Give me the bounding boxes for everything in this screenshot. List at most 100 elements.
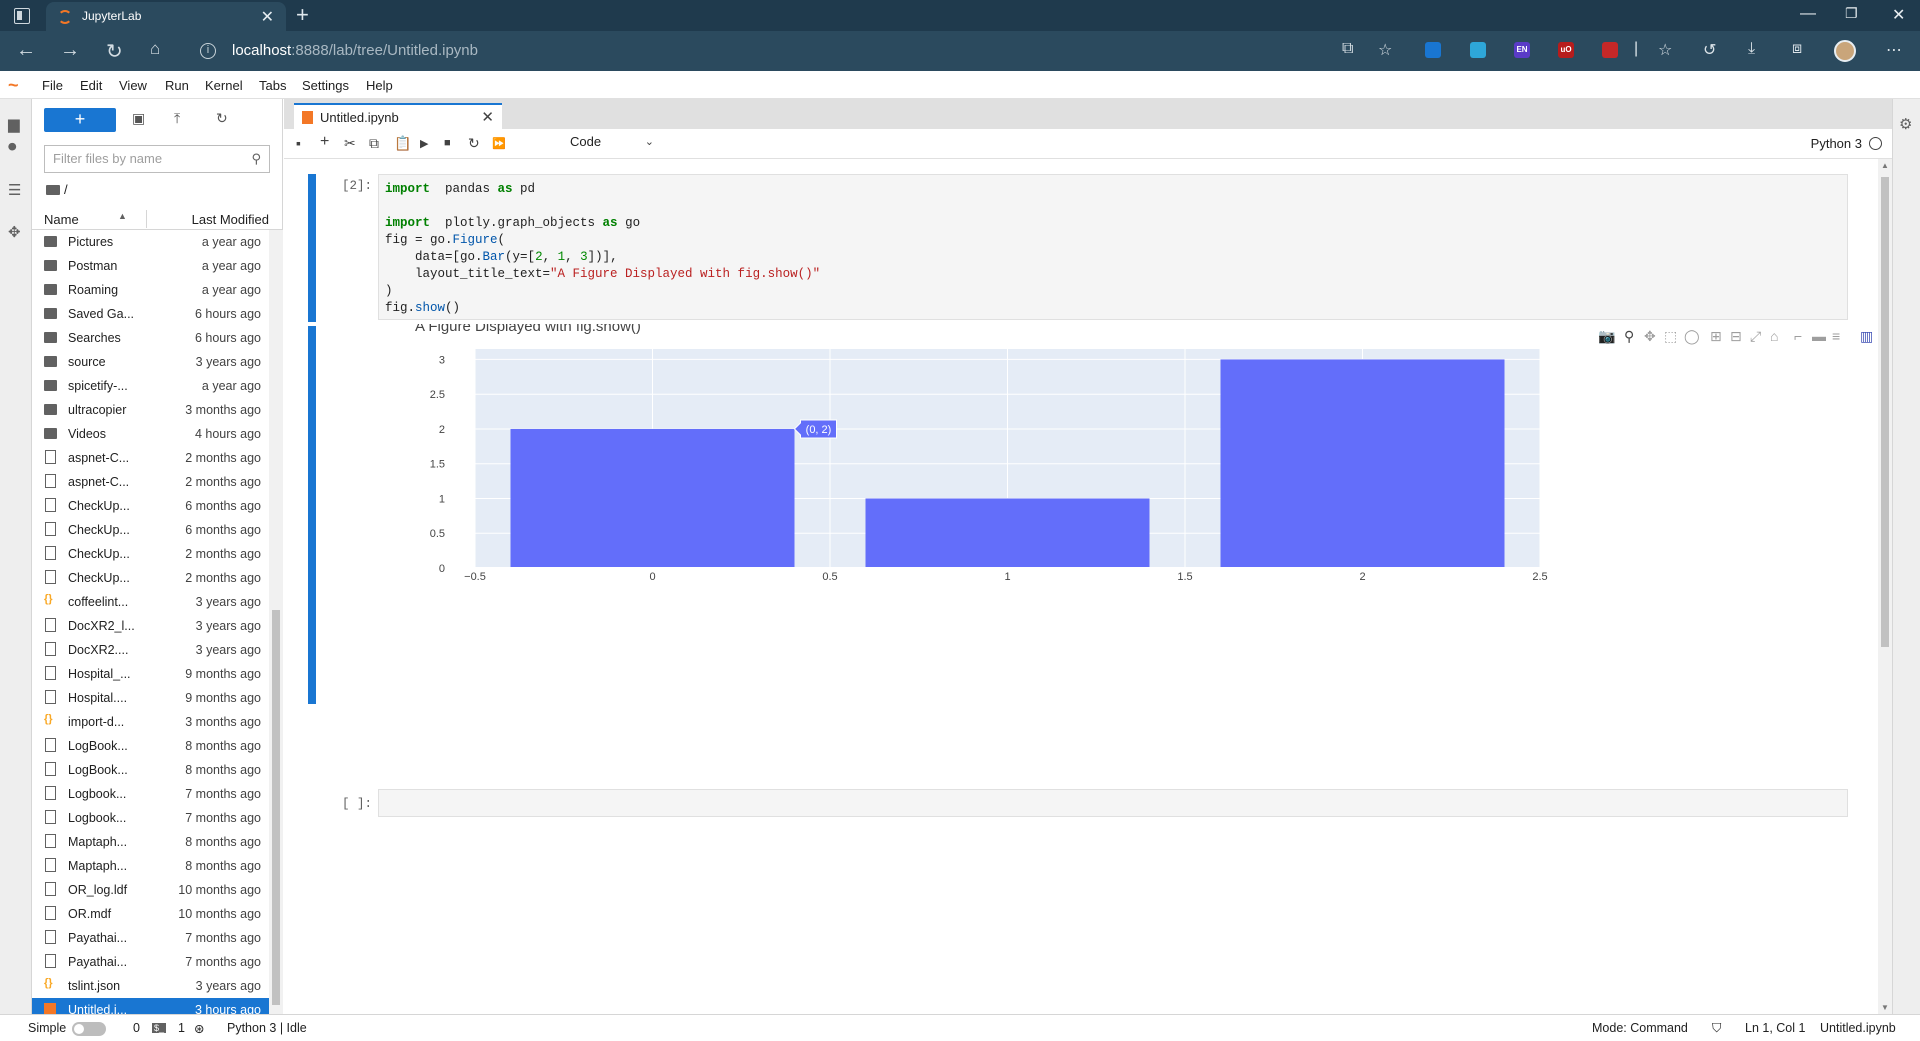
file-list-item[interactable]: Videos 4 hours ago — [32, 422, 269, 446]
menu-view[interactable]: View — [119, 78, 147, 93]
file-list-item[interactable]: Untitled.i... 3 hours ago — [32, 998, 269, 1014]
file-list-item[interactable]: CheckUp... 6 months ago — [32, 518, 269, 542]
file-list-item[interactable]: aspnet-C... 2 months ago — [32, 470, 269, 494]
kernel-name[interactable]: Python 3 — [1811, 136, 1862, 151]
box-select-icon[interactable]: ⬚ — [1664, 328, 1677, 345]
favorites-icon[interactable]: ☆ — [1658, 40, 1672, 60]
close-icon[interactable]: ✕ — [481, 108, 494, 126]
downloads-icon[interactable]: ⤓ — [1748, 40, 1755, 58]
refresh-icon[interactable]: ↻ — [106, 39, 123, 64]
bar[interactable] — [510, 428, 795, 568]
menu-run[interactable]: Run — [165, 78, 189, 93]
close-tab-icon[interactable]: ✕ — [261, 7, 274, 27]
bar[interactable] — [865, 498, 1150, 568]
file-list-item[interactable]: LogBook... 8 months ago — [32, 758, 269, 782]
file-list-item[interactable]: CheckUp... 6 months ago — [32, 494, 269, 518]
terminals-count[interactable]: 0 — [133, 1021, 140, 1035]
zoom-out-icon[interactable]: ⊟ — [1730, 328, 1742, 345]
refresh-files-icon[interactable]: ↻ — [216, 110, 228, 127]
file-list-item[interactable]: Roaming a year ago — [32, 278, 269, 302]
file-list-item[interactable]: Postman a year ago — [32, 254, 269, 278]
code-cell-editor[interactable]: import pandas as pd import plotly.graph_o… — [378, 174, 1848, 320]
camera-icon[interactable]: 📷 — [1598, 328, 1615, 345]
plotly-logo-icon[interactable]: ▥ — [1860, 328, 1873, 345]
run-icon[interactable]: ▶ — [420, 137, 428, 150]
restart-run-all-icon[interactable]: ⏩ — [492, 137, 506, 150]
bar-chart[interactable]: A Figure Displayed with fig.show() 0 0.5 1 1… — [378, 324, 1850, 704]
file-list-item[interactable]: spicetify-... a year ago — [32, 374, 269, 398]
kernel-status[interactable]: Python 3 | Idle — [227, 1021, 307, 1035]
home-icon[interactable]: ⌂ — [150, 39, 160, 59]
file-list-item[interactable]: source 3 years ago — [32, 350, 269, 374]
file-list-item[interactable]: Hospital.... 9 months ago — [32, 686, 269, 710]
property-inspector-icon[interactable]: ⚙ — [1899, 115, 1915, 133]
code-text[interactable]: import pandas as pd import plotly.graph_o… — [385, 181, 820, 317]
paste-icon[interactable]: 📋 — [394, 135, 411, 152]
folder-icon[interactable]: ▆ — [8, 115, 24, 133]
copy-icon[interactable]: ⧉ — [369, 135, 379, 152]
collections-icon[interactable]: ⧈ — [1792, 40, 1802, 58]
open-in-app-icon[interactable]: ⧉ — [1342, 40, 1353, 58]
input-collapser[interactable] — [308, 174, 316, 322]
telegram-icon[interactable] — [1470, 42, 1486, 58]
cell-type-select[interactable]: Code ⌄ — [570, 134, 660, 154]
file-list-item[interactable]: Hospital_... 9 months ago — [32, 662, 269, 686]
column-last-modified[interactable]: Last Modified — [192, 212, 269, 227]
file-list-item[interactable]: Maptaph... 8 months ago — [32, 854, 269, 878]
site-info-icon[interactable]: i — [200, 43, 216, 59]
favorites-add-icon[interactable]: ☆ — [1378, 40, 1392, 60]
file-list-item[interactable]: DocXR2_l... 3 years ago — [32, 614, 269, 638]
bar[interactable] — [1220, 359, 1505, 568]
shield-ext-icon[interactable] — [1602, 42, 1618, 58]
hover-compare-icon[interactable]: ≡ — [1832, 328, 1840, 344]
reading-list-icon[interactable] — [1425, 42, 1441, 58]
menu-settings[interactable]: Settings — [302, 78, 349, 93]
extension-manager-icon[interactable]: ✥ — [8, 223, 24, 241]
lasso-select-icon[interactable]: ◯ — [1684, 328, 1700, 345]
save-icon[interactable]: ▪ — [296, 135, 301, 151]
file-list-item[interactable]: OR.mdf 10 months ago — [32, 902, 269, 926]
file-list-item[interactable]: CheckUp... 2 months ago — [32, 542, 269, 566]
output-collapser[interactable] — [308, 326, 316, 704]
column-divider[interactable] — [146, 210, 147, 228]
history-icon[interactable]: ↺ — [1703, 40, 1716, 60]
file-list-item[interactable]: DocXR2.... 3 years ago — [32, 638, 269, 662]
scroll-up-icon[interactable]: ▲ — [1881, 161, 1889, 170]
menu-edit[interactable]: Edit — [80, 78, 102, 93]
scrollbar-thumb[interactable] — [1881, 177, 1889, 647]
scrollbar-thumb[interactable] — [272, 610, 280, 1005]
more-menu-icon[interactable]: ⋯ — [1886, 40, 1902, 60]
back-icon[interactable]: ← — [16, 39, 36, 62]
file-list-item[interactable]: CheckUp... 2 months ago — [32, 566, 269, 590]
stop-icon[interactable]: ■ — [444, 137, 451, 149]
file-list-item[interactable]: aspnet-C... 2 months ago — [32, 446, 269, 470]
file-list-item[interactable]: Logbook... 7 months ago — [32, 806, 269, 830]
file-list-item[interactable]: ultracopier 3 months ago — [32, 398, 269, 422]
file-list-item[interactable]: {} coffeelint... 3 years ago — [32, 590, 269, 614]
menu-file[interactable]: File — [42, 78, 63, 93]
breadcrumb-root[interactable]: / — [64, 182, 68, 197]
profile-avatar[interactable] — [1834, 40, 1856, 62]
close-window-icon[interactable]: ✕ — [1892, 5, 1905, 25]
file-filter-input[interactable] — [53, 151, 233, 166]
menu-kernel[interactable]: Kernel — [205, 78, 243, 93]
file-list-item[interactable]: {} tslint.json 3 years ago — [32, 974, 269, 998]
reset-axes-icon[interactable]: ⌂ — [1770, 328, 1778, 344]
browser-tab-jupyterlab[interactable]: JupyterLab ✕ — [46, 2, 286, 31]
table-of-contents-icon[interactable]: ☰ — [8, 181, 24, 199]
file-list-item[interactable]: Payathai... 7 months ago — [32, 950, 269, 974]
scroll-down-icon[interactable]: ▼ — [1881, 1003, 1889, 1012]
menu-help[interactable]: Help — [366, 78, 393, 93]
cursor-position[interactable]: Ln 1, Col 1 — [1745, 1021, 1805, 1035]
file-list-item[interactable]: Logbook... 7 months ago — [32, 782, 269, 806]
hover-closest-icon[interactable]: ▬ — [1812, 328, 1826, 344]
minimize-icon[interactable]: — — [1800, 5, 1816, 23]
address-bar[interactable]: i localhost:8888/lab/tree/Untitled.ipynb — [192, 36, 1312, 66]
new-launcher-button[interactable]: + — [44, 108, 116, 132]
file-list-item[interactable]: Saved Ga... 6 hours ago — [32, 302, 269, 326]
cut-icon[interactable]: ✂ — [344, 135, 356, 152]
file-list-item[interactable]: Pictures a year ago — [32, 230, 269, 254]
autoscale-icon[interactable]: ⤢ — [1750, 328, 1761, 345]
restart-kernel-icon[interactable]: ↻ — [468, 135, 480, 152]
plotly-output[interactable]: A Figure Displayed with fig.show() 0 0.5 1 1… — [378, 324, 1873, 704]
